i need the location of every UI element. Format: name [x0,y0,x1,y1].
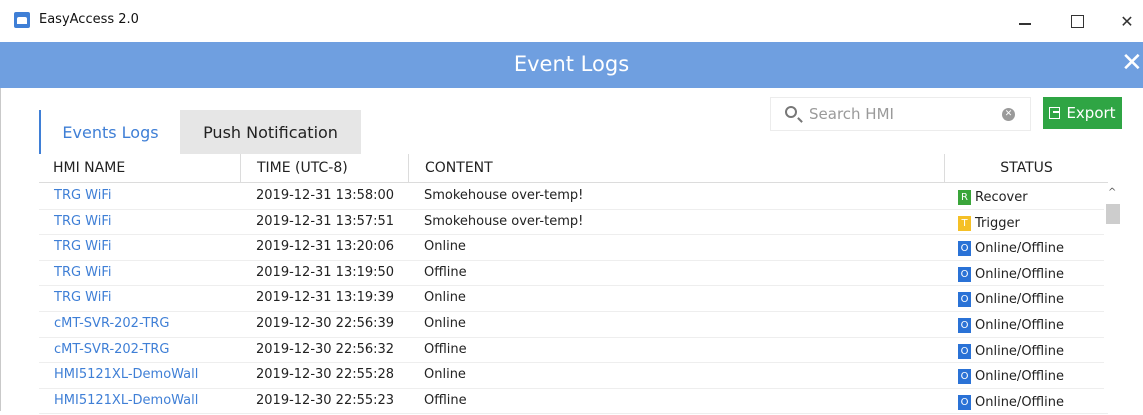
event-content: Online [424,290,466,306]
status-label: Online/Offline [975,266,1064,282]
status-label: Online/Offline [975,394,1064,410]
event-content: Offline [424,392,467,408]
event-content: Online [424,367,466,383]
minimize-button[interactable] [1005,6,1045,36]
status-badge: O [958,343,971,359]
tab-label: Push Notification [203,122,338,142]
status-label: Trigger [975,215,1020,231]
event-time: 2019-12-31 13:57:51 [256,213,395,229]
close-dialog-icon[interactable]: ✕ [1121,50,1143,76]
page-title: Event Logs [513,52,630,76]
event-status: O Online/Offline [958,236,1064,261]
hmi-name-link[interactable]: HMI5121XL-DemoWall [54,388,198,413]
event-status: R Recover [958,185,1028,210]
event-time: 2019-12-30 22:56:39 [256,316,395,331]
column-header-content[interactable]: CONTENT [408,154,944,182]
close-window-button[interactable]: ✕ [1107,6,1143,36]
tab-push-notification[interactable]: Push Notification [180,110,361,154]
event-time: 2019-12-30 22:55:23 [256,392,395,408]
event-time: 2019-12-30 22:55:28 [256,367,395,383]
event-content: Offline [424,341,467,357]
event-time: 2019-12-31 13:20:06 [256,239,395,255]
event-content: Smokehouse over-temp! [424,213,584,229]
hmi-name-link[interactable]: cMT-SVR-202-TRG [54,337,170,362]
event-time: 2019-12-31 13:19:50 [256,264,395,280]
window-title: EasyAccess 2.0 [39,12,139,27]
status-badge: O [958,318,971,333]
status-badge: O [958,266,971,282]
scroll-thumb[interactable] [1106,204,1120,224]
close-icon: ✕ [1120,11,1134,31]
tab-events-logs[interactable]: Events Logs [39,110,180,154]
hmi-name-link[interactable]: TRG WiFi [54,209,112,234]
event-content: Online [424,239,466,255]
status-label: Online/Offline [975,241,1064,257]
status-badge: T [958,215,971,231]
event-status: O Online/Offline [958,313,1064,338]
hmi-name-link[interactable]: TRG WiFi [54,260,112,285]
status-badge: O [958,394,971,410]
event-status: T Trigger [958,211,1020,236]
column-header-hmi-name[interactable]: HMI NAME [39,154,239,182]
event-status: O Online/Offline [958,287,1064,312]
table-row[interactable]: TRG WiFi 2019-12-31 13:57:51 Smokehouse ov… [39,209,1108,236]
export-icon [1049,107,1061,119]
column-header-time[interactable]: TIME (UTC-8) [240,154,408,182]
table-row[interactable]: TRG WiFi 2019-12-31 13:20:06 Online O Online… [39,234,1108,261]
tab-label: Events Logs [62,122,159,142]
hmi-name-link[interactable]: TRG WiFi [54,285,112,310]
table-row[interactable]: HMI5121XL-DemoWall 2019-12-30 22:55:28 Onl… [39,362,1108,389]
clear-search-icon[interactable]: ✕ [1002,108,1015,121]
status-label: Online/Offline [975,369,1064,385]
event-content: Offline [424,264,467,280]
event-status: O Online/Offline [958,262,1064,287]
search-icon [785,106,797,118]
event-content: Smokehouse over-temp! [424,188,584,203]
event-time: 2019-12-30 22:56:32 [256,341,395,357]
status-label: Online/Offline [975,292,1064,308]
event-status: O Online/Offline [958,390,1064,415]
event-time: 2019-12-31 13:19:39 [256,290,395,306]
status-badge: R [958,190,971,205]
table-header: HMI NAME TIME (UTC-8) CONTENT STATUS [39,154,1108,183]
export-label: Export [1066,104,1116,122]
window-titlebar: EasyAccess 2.0 ✕ [0,0,1143,42]
maximize-icon [1070,14,1084,28]
search-input[interactable] [809,104,989,124]
event-status: O Online/Offline [958,364,1064,389]
dialog-header: Event Logs ✕ [0,42,1143,88]
status-badge: O [958,292,971,308]
table-row[interactable]: TRG WiFi 2019-12-31 13:19:39 Online O Online… [39,285,1108,312]
maximize-button[interactable] [1057,6,1097,36]
hmi-name-link[interactable]: HMI5121XL-DemoWall [54,362,198,387]
app-logo-icon [14,12,30,28]
hmi-name-link[interactable]: TRG WiFi [54,183,112,208]
status-label: Online/Offline [975,343,1064,359]
table-row[interactable]: HMI5121XL-DemoWall 2019-12-30 22:55:23 Off… [39,388,1108,415]
column-header-status[interactable]: STATUS [944,154,1108,182]
event-time: 2019-12-31 13:58:00 [256,188,395,203]
hmi-name-link[interactable]: TRG WiFi [54,234,112,259]
table-row[interactable]: cMT-SVR-202-TRG 2019-12-30 22:56:32 Offlin… [39,337,1108,364]
scroll-up-icon[interactable]: ^ [1108,187,1116,198]
status-label: Online/Offline [975,318,1064,333]
status-badge: O [958,369,971,385]
search-box: ✕ [770,97,1031,131]
table-row[interactable]: TRG WiFi 2019-12-31 13:19:50 Offline O Onlin… [39,260,1108,287]
table-row[interactable]: cMT-SVR-202-TRG 2019-12-30 22:56:39 Online… [39,311,1108,338]
hmi-name-link[interactable]: cMT-SVR-202-TRG [54,311,170,336]
vertical-scrollbar[interactable]: ^ [1104,183,1122,411]
minimize-icon [1019,23,1031,25]
event-content: Online [424,316,466,331]
window-border [0,42,1,411]
event-status: O Online/Offline [958,339,1064,364]
status-badge: O [958,241,971,257]
export-button[interactable]: Export [1043,97,1122,129]
table-row[interactable]: TRG WiFi 2019-12-31 13:58:00 Smokehouse ov… [39,183,1108,210]
status-label: Recover [975,190,1028,205]
